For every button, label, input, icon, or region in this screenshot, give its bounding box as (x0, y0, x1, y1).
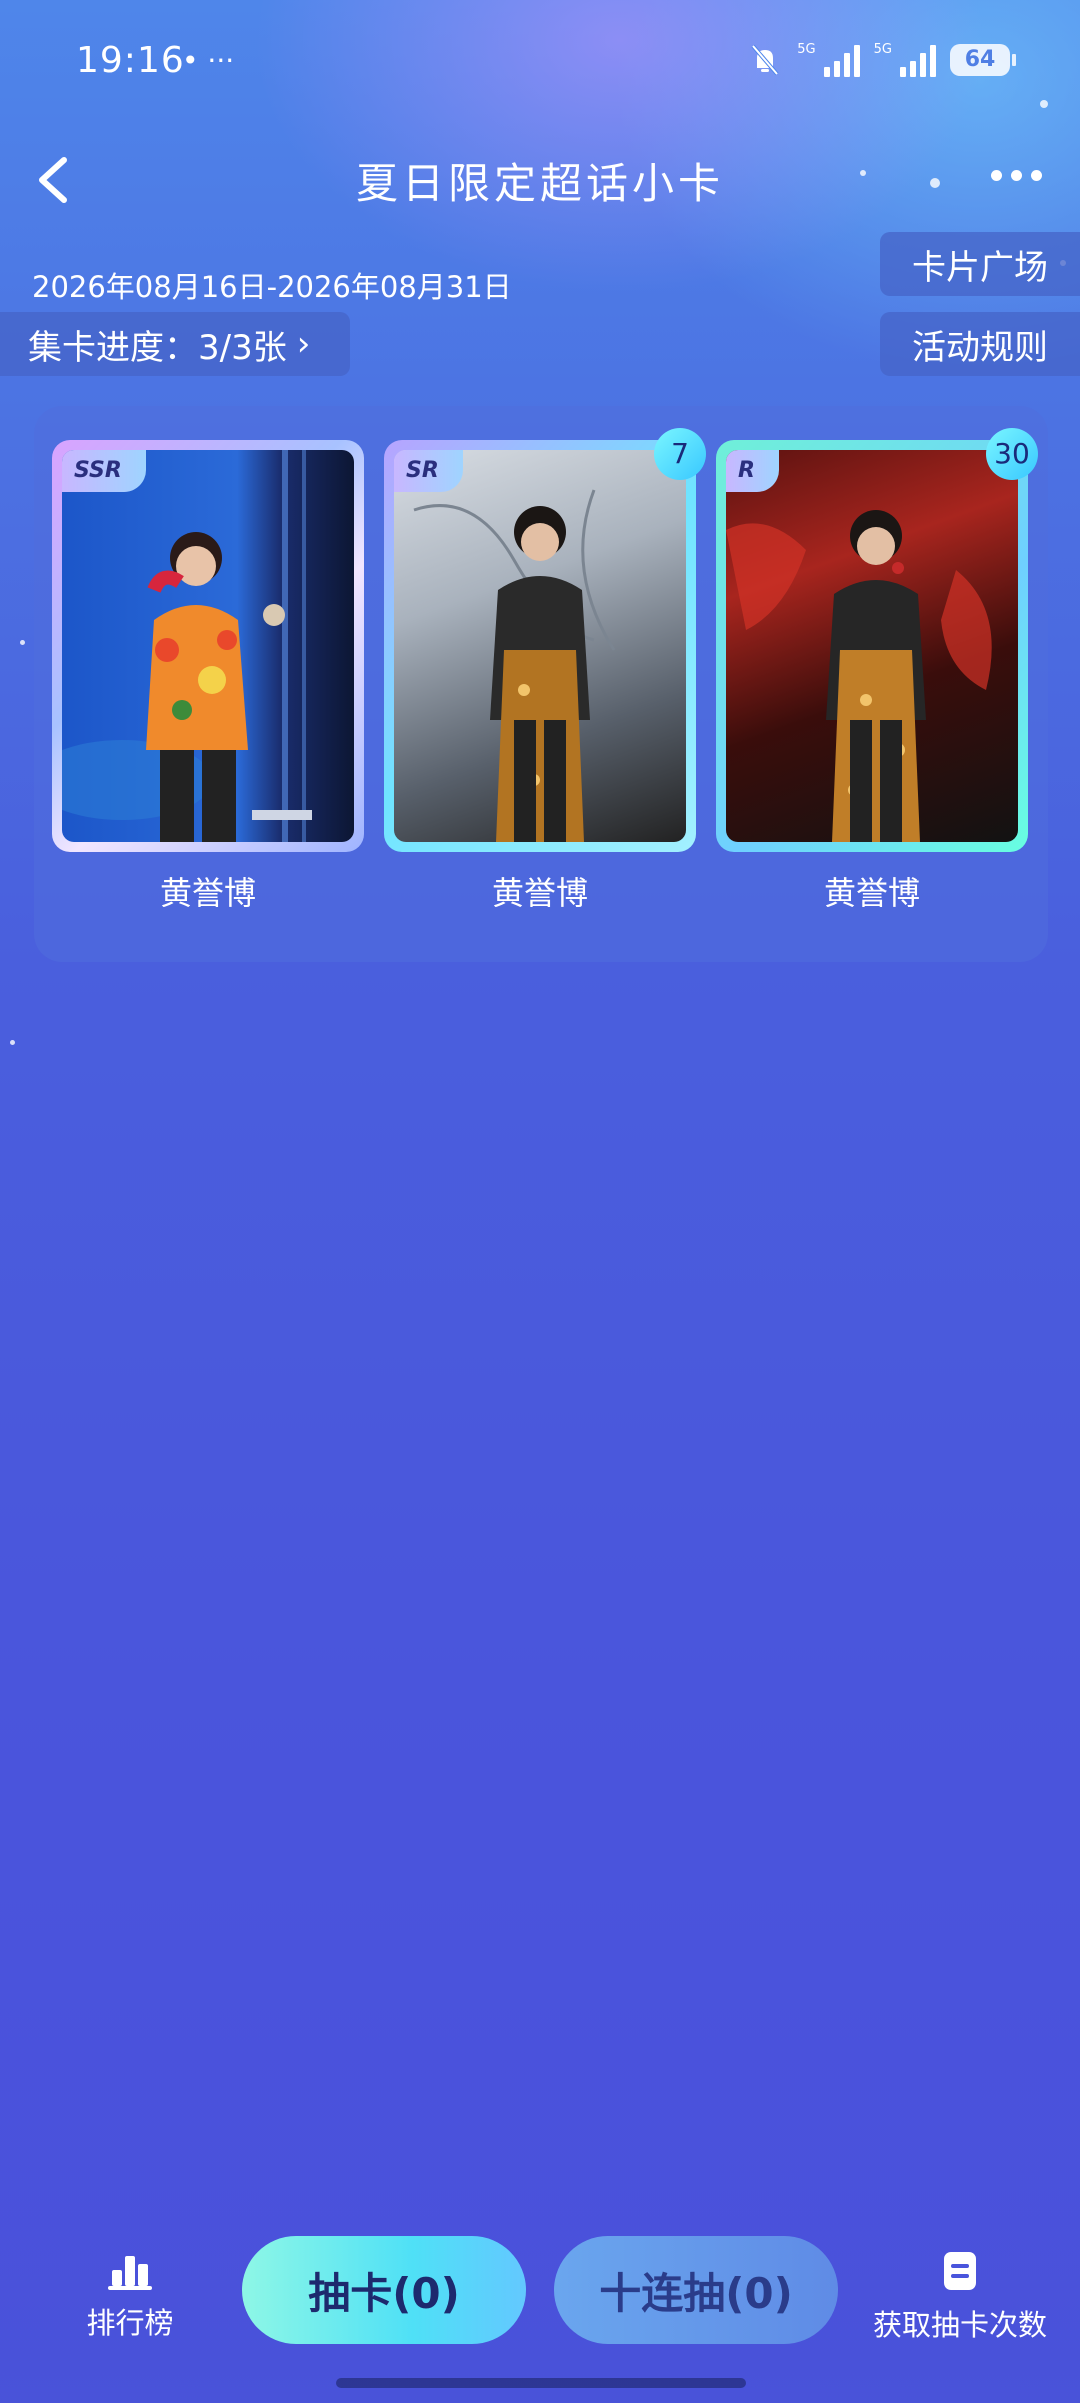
signal-icon (823, 43, 860, 77)
card-photo (62, 450, 354, 842)
card-square-button[interactable]: 卡片广场 (880, 232, 1080, 296)
network-label-1: 5G (797, 42, 816, 57)
signal-icon (900, 43, 936, 77)
card-name: 黄誉博 (159, 874, 256, 912)
ranking-icon (108, 2256, 152, 2290)
card-ssr[interactable]: SSR (52, 440, 364, 852)
card-photo (726, 450, 1018, 842)
card-sr[interactable]: SR 7 (384, 428, 706, 852)
home-indicator[interactable] (336, 2378, 746, 2388)
status-time: 19:16 (76, 40, 185, 81)
card-photo (394, 450, 686, 842)
count-badge: 7 (654, 428, 706, 480)
status-bar: 19:16 • ··· 5G 5G 64 (0, 0, 1080, 120)
network-label-2: 5G (873, 42, 892, 57)
get-draws-label: 获取抽卡次数 (872, 2308, 1047, 2342)
card-name: 黄誉博 (491, 874, 588, 912)
ranking-label: 排行榜 (86, 2306, 174, 2340)
date-range: 2026年08月16日-2026年08月31日 (32, 270, 512, 304)
status-right: 5G 5G 64 (747, 42, 1016, 78)
ranking-tab[interactable]: 排行榜 (70, 2250, 190, 2342)
battery-icon: 64 (950, 44, 1016, 76)
chevron-right-icon: › (296, 324, 311, 364)
document-icon (944, 2252, 976, 2290)
page-title: 夏日限定超话小卡 (355, 159, 724, 208)
progress-label: 集卡进度：3/3张 (28, 327, 287, 368)
card-panel: SSR 黄誉博 SR 7 黄誉博 R 30 黄誉博 (34, 406, 1048, 962)
notification-icons: • ··· (182, 44, 235, 77)
count-badge: 30 (986, 428, 1038, 480)
rules-button[interactable]: 活动规则 (880, 312, 1080, 376)
sparkle (20, 640, 25, 645)
ten-draw-button[interactable]: 十连抽(0) (554, 2236, 838, 2344)
card-r[interactable]: R 30 (716, 428, 1038, 852)
mute-icon (751, 44, 779, 76)
more-icon (1031, 170, 1042, 181)
more-icon (1011, 170, 1022, 181)
sparkle (10, 1040, 15, 1045)
rarity-badge: SSR (62, 450, 146, 492)
more-button[interactable] (991, 170, 1042, 181)
get-draws-tab[interactable]: 获取抽卡次数 (860, 2250, 1060, 2344)
rarity-badge: SR (394, 450, 463, 492)
more-icon (991, 170, 1002, 181)
card-name: 黄誉博 (823, 874, 920, 912)
collect-progress-button[interactable]: 集卡进度：3/3张 › (0, 312, 350, 376)
draw-button[interactable]: 抽卡(0) (242, 2236, 526, 2344)
rarity-badge: R (726, 450, 779, 492)
